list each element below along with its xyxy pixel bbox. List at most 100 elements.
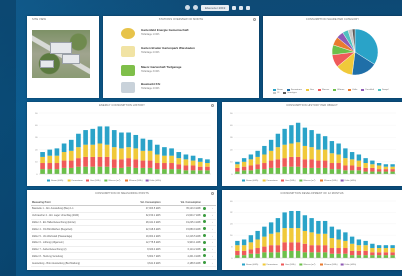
bar-segment [197,170,203,174]
bar-segment [241,255,247,258]
consumption-value: 6,114.2 kWh [161,246,202,254]
status-cell [201,219,211,227]
bar-chart: 0 10 20 30 40 50 Strom (kWh) Fernwärme Gas (kWh)… [230,113,396,182]
chevron-right-icon[interactable]: › [212,241,213,244]
notification-icon[interactable] [193,5,198,10]
settings-icon[interactable] [211,192,214,195]
bar-segment [126,147,131,159]
station-item[interactable]: Maerz Gartenhaft Tiefgarage Hofanlage 3 … [121,65,181,76]
chevron-down-icon[interactable] [232,5,237,10]
legend-label: Fernwärme [72,179,84,182]
table-row[interactable]: Zähler 7 - Außenbeleuchtung (2) 8,320.4 k… [31,246,216,254]
bar-segment [133,148,139,160]
bar-chart: 0 10 20 30 40 50 Strom (kWh) Fernwärme Gas (kWh)… [35,113,211,182]
bar-segment [248,154,254,160]
bar-segment [255,248,260,254]
chevron-right-icon[interactable]: › [212,235,213,238]
detail-cell[interactable]: › [210,225,216,234]
settings-icon[interactable] [246,5,251,10]
detail-cell[interactable]: › [210,252,216,261]
bar-segment [390,166,395,170]
consumption-value: 28,441.0 kWh [121,219,162,227]
bar-segment [190,165,196,171]
bar-segment [176,152,182,159]
bar-segment [248,249,254,254]
chevron-right-icon[interactable]: › [212,248,213,251]
status-ok-icon [202,234,206,238]
table-row[interactable]: Verbraucher 2 - Abt. Lager Umschlag (202… [31,212,216,220]
bar-segment [316,133,321,150]
detail-cell[interactable]: › [210,259,216,268]
station-item[interactable]: Garten Bruder Gartenpark Wiesbaden Hofan… [121,46,195,57]
chevron-right-icon[interactable]: › [212,228,213,231]
detail-cell[interactable]: › [210,219,216,227]
bar-segment [248,165,254,171]
card-title: CONSUMPTION SHARE PER CATEGORY [305,18,360,21]
detail-cell[interactable]: › [210,205,216,213]
status-cell [201,252,211,261]
table-row[interactable]: Zähler 3 - EG Hallenbeleuchtung (Einzel)… [31,219,216,227]
legend-label: Wärme [337,88,345,91]
bar-segment [268,150,274,161]
station-item[interactable]: Gartenfeld Energie Gemeinschaft Hofanlag… [121,28,189,39]
y-tick-label: 30 [230,137,233,139]
bar-segment [302,243,308,253]
bar-segment [54,163,60,170]
bar-segment [322,252,328,258]
y-tick-label: 0 [231,258,233,260]
bar-segment [61,160,67,168]
settings-icon[interactable] [253,18,256,21]
y-tick-label: 40 [230,201,233,203]
chevron-right-icon[interactable]: › [212,207,213,210]
table-row[interactable]: Baustelle 1 - Abt. Ausstellung (Bau) 1-1… [31,205,216,213]
consumption-value: 21,904.7 kWh [161,212,202,220]
bar-segment [97,156,103,167]
table-row[interactable]: Zähler 4 - OG Büroflächen (Regelzeit) 22,… [31,225,216,234]
station-item[interactable]: Baumarkt Kfz Hofanlage 4 kWh [121,82,160,93]
chevron-right-icon[interactable]: › [212,255,213,258]
bar-segment [268,160,274,168]
detail-cell[interactable]: › [210,212,216,220]
bar-segment [356,166,362,171]
period-dropdown[interactable]: Ebenezer 2019 [201,4,230,11]
table-row[interactable]: Zähler 6 - Lüftung (Allgemein) 12,775.8 k… [31,239,216,247]
legend-swatch [67,179,71,182]
bar-segment [322,160,328,168]
legend-label: Gas (kWh) [90,180,101,182]
bar-segment [322,149,328,161]
bar-segment [262,145,267,155]
table-row[interactable]: Zähler 5 - UG Werkstatt (Hausanlage) 19,0… [31,232,216,240]
bar-segment [104,144,110,157]
bar-segment [241,161,247,167]
user-icon[interactable] [185,5,190,10]
bar-segment [390,245,395,249]
measuring-point-name: Baustelle 1 - Abt. Ausstellung (Bau) 1-1 [31,205,122,213]
legend-swatch [299,263,303,266]
bar-segment [316,149,321,161]
legend-swatch [340,179,344,182]
consumption-value: 4,201.0 kWh [161,252,202,261]
bar-segment [268,167,274,174]
bar-segment [133,134,139,149]
bar-segment [309,130,314,148]
detail-cell[interactable]: › [210,246,216,254]
pie-legend: Strom Fernwärme Gas Wasser Wärme Kälte Drucklu… [273,88,396,94]
bar-segment [390,248,395,253]
legend-label: Kälte (kWh) [345,263,357,266]
bar-segment [205,166,210,171]
table-row[interactable]: Ausstellung - Büro Ausstellung (Buchhalt… [31,259,216,268]
detail-cell[interactable]: › [210,232,216,240]
detail-cell[interactable]: › [210,239,216,247]
bar-segment [316,220,321,234]
bar-segment [390,252,395,256]
bar-segment [363,255,368,258]
table-row[interactable]: Zähler 8 - Heizung Verteilung 5,902.7 kWh… [31,252,216,261]
chevron-right-icon[interactable]: › [212,262,213,265]
calendar-icon[interactable] [239,5,244,10]
chevron-right-icon[interactable]: › [212,221,213,224]
bar-segment [383,166,389,170]
chevron-right-icon[interactable]: › [212,214,213,217]
legend-swatch [273,92,276,94]
bar-segment [147,167,153,174]
bar-segment [126,132,131,148]
